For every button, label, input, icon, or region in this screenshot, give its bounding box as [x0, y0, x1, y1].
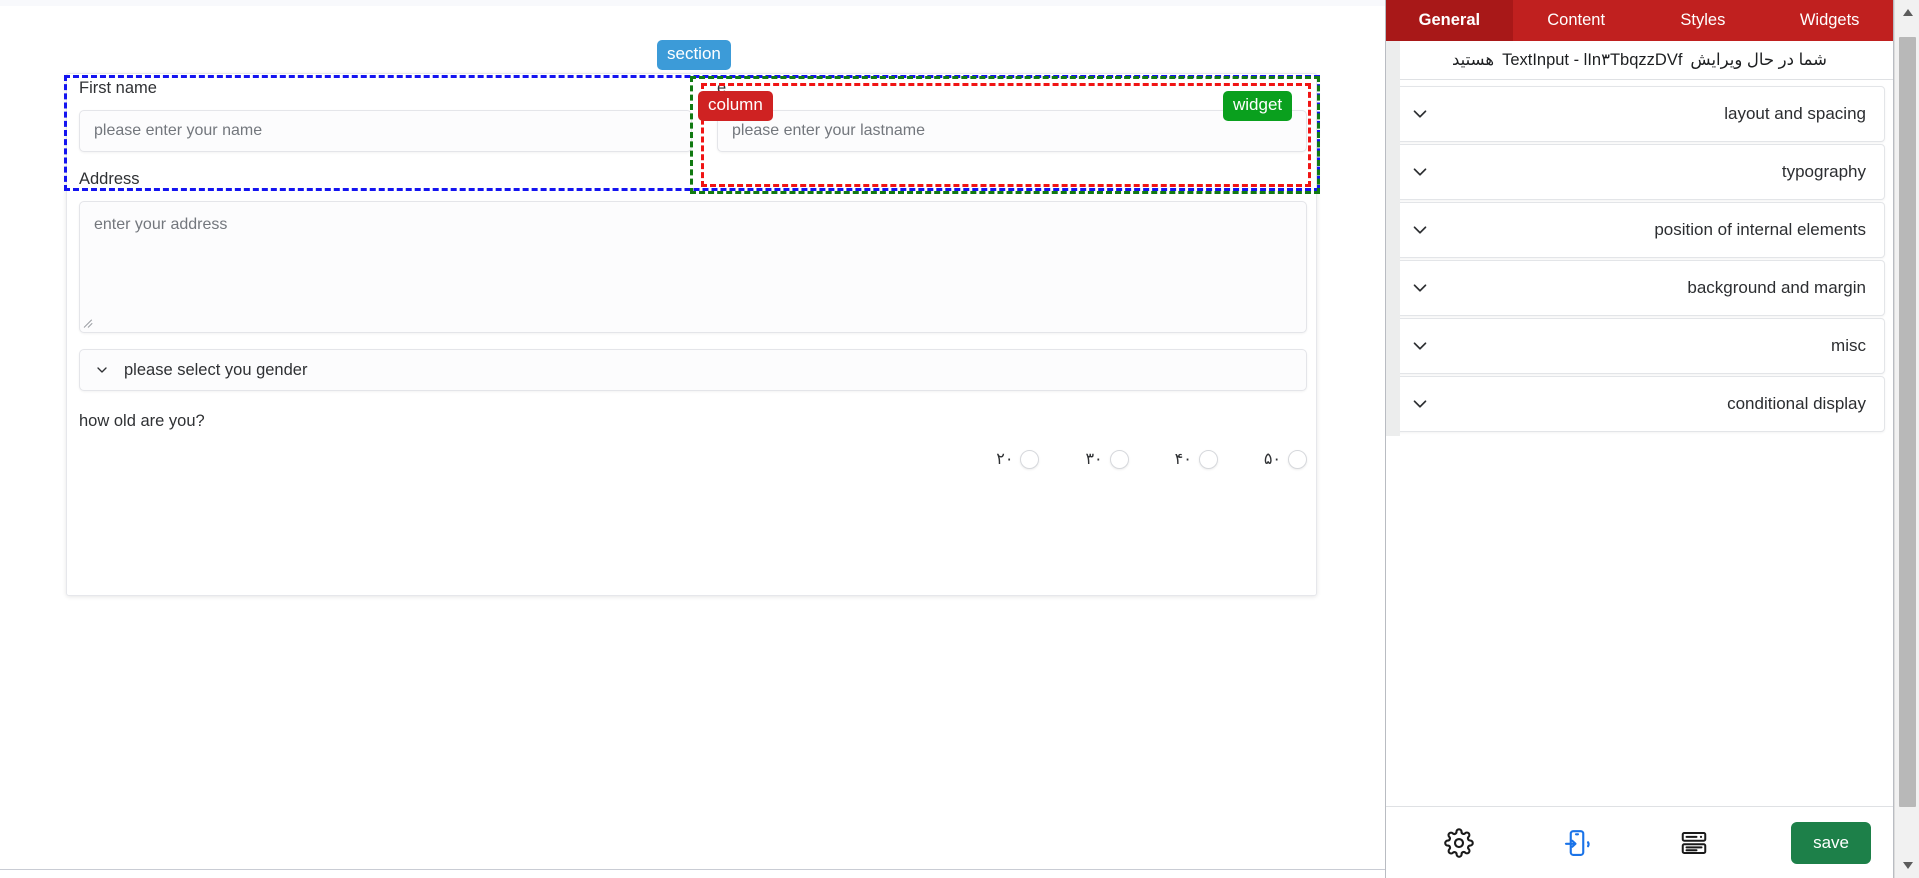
accordion-item-background-and-margin[interactable]: background and margin — [1394, 260, 1885, 316]
tab-widgets[interactable]: Widgets — [1766, 0, 1893, 41]
textarea-resize-handle[interactable] — [83, 317, 96, 330]
chevron-down-icon — [94, 362, 110, 378]
tab-styles[interactable]: Styles — [1640, 0, 1767, 41]
address-label: Address — [79, 170, 140, 188]
layers-list-icon[interactable] — [1679, 828, 1709, 858]
last-name-input[interactable]: please enter your lastname — [717, 110, 1307, 152]
radio-circle-icon[interactable] — [1288, 449, 1307, 469]
age-radio-label: ۵۰ — [1263, 451, 1281, 468]
chevron-down-icon — [1409, 219, 1431, 241]
chevron-down-icon — [1409, 103, 1431, 125]
accordion-item-position-of-internal-elements[interactable]: position of internal elements — [1394, 202, 1885, 258]
age-radio-option[interactable]: ۵۰ — [1264, 449, 1307, 469]
properties-panel: General Content Styles Widgets شما در حا… — [1385, 0, 1894, 878]
triangle-down-icon[interactable] — [1895, 853, 1919, 878]
address-placeholder: enter your address — [94, 216, 228, 233]
tab-general[interactable]: General — [1386, 0, 1513, 41]
accordion-label: conditional display — [1727, 394, 1866, 413]
canvas-bottom-divider — [0, 869, 1385, 870]
accordion-label: typography — [1781, 162, 1866, 181]
age-radio-label: ۲۰ — [996, 451, 1014, 468]
panel-footer: save — [1386, 806, 1893, 878]
chevron-down-icon — [1409, 393, 1431, 415]
field-last-name: e please enter your lastname — [717, 78, 1307, 152]
scrollbar-thumb[interactable] — [1899, 37, 1916, 807]
first-name-input[interactable]: please enter your name — [79, 110, 692, 152]
chevron-down-icon — [1409, 277, 1431, 299]
gear-icon[interactable] — [1444, 827, 1474, 858]
triangle-up-icon[interactable] — [1895, 0, 1919, 25]
accordion-label: position of internal elements — [1654, 220, 1866, 239]
last-name-placeholder: please enter your lastname — [732, 122, 925, 139]
age-radio-option[interactable]: ۴۰ — [1175, 449, 1218, 469]
accordion-label: background and margin — [1687, 278, 1866, 297]
field-gender: please select you gender — [79, 349, 1307, 391]
age-radio-group: ۵۰ ۴۰ ۳۰ ۲۰ — [79, 449, 1307, 469]
form-row-names: First name please enter your name e plea… — [67, 74, 1318, 184]
editing-widget-id: TextInput - lIn۳TbqzzDVf — [1502, 51, 1683, 69]
field-address: Address enter your address — [79, 169, 1307, 333]
accordion-item-layout-and-spacing[interactable]: layout and spacing — [1394, 86, 1885, 142]
settings-accordion: layout and spacing typography position o… — [1386, 80, 1893, 806]
first-name-label: First name — [79, 79, 157, 97]
age-radio-label: ۴۰ — [1174, 451, 1192, 468]
age-radio-option[interactable]: ۳۰ — [1085, 449, 1129, 469]
first-name-placeholder: please enter your name — [94, 122, 263, 139]
tab-widgets-label: Widgets — [1799, 11, 1860, 29]
accordion-label: misc — [1831, 336, 1866, 355]
radio-circle-icon[interactable] — [1109, 449, 1129, 469]
editing-suffix-label: هستید — [1452, 51, 1495, 69]
editing-subheader: شما در حال ویرایش TextInput - lIn۳TbqzzD… — [1386, 41, 1893, 80]
form-card: First name please enter your name e plea… — [66, 73, 1317, 596]
gender-selected-value: please select you gender — [124, 360, 308, 379]
chevron-down-icon — [1409, 335, 1431, 357]
save-slot: save — [1753, 821, 1871, 864]
editing-prefix-label: شما در حال ویرایش — [1690, 51, 1827, 69]
chevron-down-icon — [1409, 161, 1431, 183]
gender-select[interactable]: please select you gender — [79, 349, 1307, 391]
age-radio-option[interactable]: ۲۰ — [996, 449, 1040, 469]
app-root: First name please enter your name e plea… — [0, 0, 1919, 878]
radio-circle-icon[interactable] — [1198, 449, 1218, 469]
panel-tabs: General Content Styles Widgets — [1386, 0, 1893, 41]
last-name-label: e — [717, 79, 727, 97]
address-textarea[interactable]: enter your address — [79, 201, 1307, 333]
save-button[interactable]: save — [1791, 821, 1871, 864]
age-group-label: ?how old are you — [79, 412, 205, 430]
field-age: ?how old are you ۵۰ ۴۰ ۳۰ ۲۰ — [79, 412, 1307, 469]
accordion-item-conditional-display[interactable]: conditional display — [1394, 376, 1885, 432]
age-radio-label: ۳۰ — [1085, 451, 1103, 468]
accordion-item-typography[interactable]: typography — [1394, 144, 1885, 200]
panel-gutter — [1386, 41, 1400, 436]
page-scrollbar[interactable] — [1894, 0, 1919, 878]
form-canvas: First name please enter your name e plea… — [0, 0, 1385, 878]
gear-slot — [1400, 827, 1518, 858]
tab-content-label: Content — [1547, 11, 1606, 29]
radio-circle-icon[interactable] — [1020, 449, 1040, 469]
device-rotate-icon[interactable] — [1562, 828, 1592, 858]
field-first-name: First name please enter your name — [79, 78, 692, 152]
device-rotate-slot — [1518, 828, 1636, 858]
tab-styles-label: Styles — [1680, 11, 1726, 29]
section-badge[interactable]: section — [657, 40, 731, 70]
column-badge[interactable]: column — [698, 91, 773, 121]
tab-content[interactable]: Content — [1513, 0, 1640, 41]
layers-list-slot — [1636, 828, 1754, 858]
accordion-label: layout and spacing — [1724, 104, 1866, 123]
widget-badge[interactable]: widget — [1223, 91, 1293, 121]
tab-general-label: General — [1418, 11, 1481, 29]
accordion-item-misc[interactable]: misc — [1394, 318, 1885, 374]
canvas-top-strip — [0, 0, 1385, 6]
